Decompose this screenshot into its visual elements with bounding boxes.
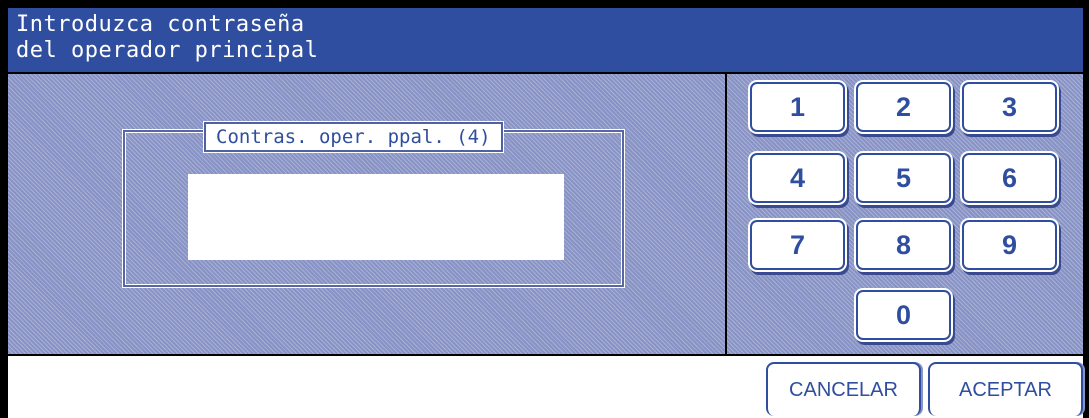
key-2[interactable]: 2 — [856, 82, 951, 132]
keypad-panel: 1 2 3 4 5 6 7 8 9 0 — [727, 74, 1083, 354]
key-0[interactable]: 0 — [856, 290, 951, 340]
accept-button[interactable]: ACEPTAR — [928, 362, 1083, 416]
screen: Introduzca contraseña del operador princ… — [0, 0, 1089, 418]
key-8[interactable]: 8 — [856, 220, 951, 270]
password-field[interactable] — [188, 174, 564, 260]
title-line-1: Introduzca contraseña — [16, 12, 305, 37]
bottom-bar — [8, 356, 1083, 418]
title-line-2: del operador principal — [16, 38, 319, 63]
password-panel: Contras. oper. ppal. (4) — [8, 74, 725, 354]
key-4[interactable]: 4 — [750, 153, 845, 203]
key-3[interactable]: 3 — [962, 82, 1057, 132]
key-1[interactable]: 1 — [750, 82, 845, 132]
cancel-button[interactable]: CANCELAR — [766, 362, 921, 416]
key-7[interactable]: 7 — [750, 220, 845, 270]
key-9[interactable]: 9 — [962, 220, 1057, 270]
key-5[interactable]: 5 — [856, 153, 951, 203]
password-label: Contras. oper. ppal. (4) — [203, 121, 504, 153]
key-6[interactable]: 6 — [962, 153, 1057, 203]
title-bar: Introduzca contraseña del operador princ… — [8, 8, 1083, 72]
